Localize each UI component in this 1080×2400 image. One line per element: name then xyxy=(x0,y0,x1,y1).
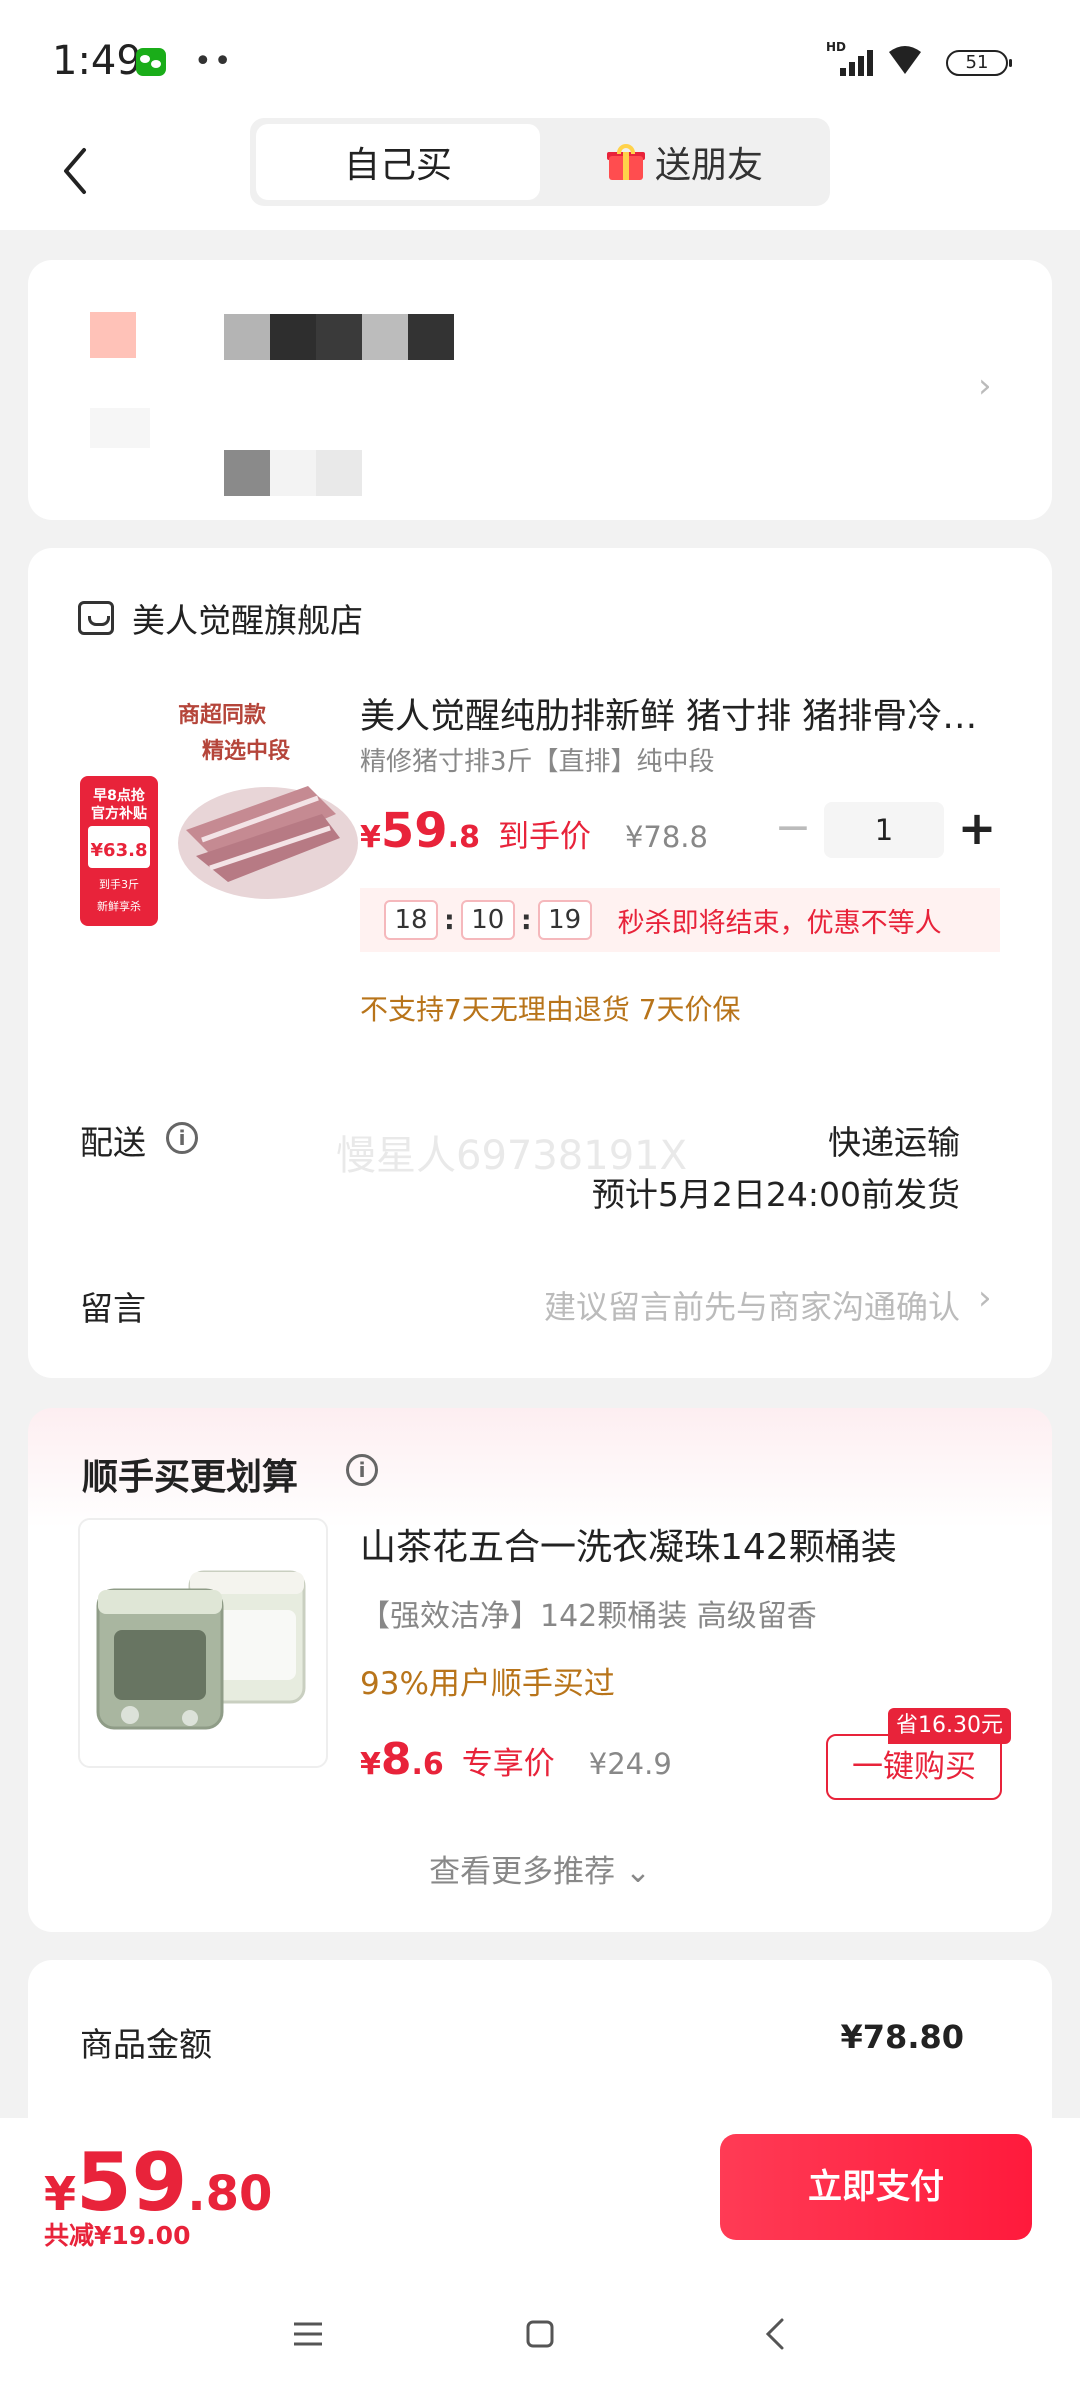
price-integer: 8 xyxy=(380,1734,412,1785)
chevron-right-icon: › xyxy=(978,1278,992,1318)
battery-icon: 51 xyxy=(946,50,1012,76)
countdown-hours: 18 xyxy=(384,900,438,940)
avatar xyxy=(90,312,136,358)
badge-title: 早8点抢 xyxy=(93,787,146,804)
tab-buy-for-self[interactable]: 自己买 xyxy=(256,124,540,200)
store-icon xyxy=(78,601,114,635)
total-decimal: .80 xyxy=(187,2166,273,2222)
redacted-text xyxy=(270,314,316,360)
decrease-quantity-button[interactable]: − xyxy=(768,802,818,858)
back-arrow-icon[interactable] xyxy=(58,146,98,196)
flash-sale-text: 秒杀即将结束，优惠不等人 xyxy=(617,907,942,939)
more-recommendations-label: 查看更多推荐 xyxy=(429,1854,616,1890)
original-price: ¥24.9 xyxy=(588,1747,672,1781)
quantity-value[interactable]: 1 xyxy=(824,802,944,858)
delivery-label: 配送 xyxy=(80,1123,146,1162)
message-label: 留言 xyxy=(80,1289,146,1328)
redacted-text xyxy=(224,314,270,360)
redacted-text xyxy=(90,408,150,448)
recommendation-image[interactable] xyxy=(78,1518,328,1768)
system-back-icon[interactable] xyxy=(756,2314,796,2354)
purchase-mode-tabs: 自己买 送朋友 xyxy=(250,118,830,206)
chevron-right-icon: › xyxy=(978,366,992,406)
badge-note-1: 到手3斤 xyxy=(99,877,139,891)
after-sale-policy[interactable]: 不支持7天无理由退货 7天价保 xyxy=(360,988,741,1028)
status-time: 1:49 xyxy=(52,38,142,84)
recommendation-spec: 【强效洁净】142颗桶装 高级留香 xyxy=(360,1599,817,1634)
top-nav: 自己买 送朋友 xyxy=(0,110,1080,230)
delivery-eta: 预计5月2日24:00前发货 xyxy=(591,1175,960,1214)
store-name: 美人觉醒旗舰店 xyxy=(132,601,363,640)
checkout-bar: ¥ 59 .80 共减¥19.00 立即支付 xyxy=(0,2118,1080,2400)
recommendation-buyers: 93%用户顺手买过 xyxy=(360,1666,615,1702)
store-header[interactable]: 美人觉醒旗舰店 xyxy=(78,596,363,640)
price-label: 到手价 xyxy=(497,819,591,855)
countdown-minutes: 10 xyxy=(460,900,515,940)
product-image[interactable]: 商超同款 精选中段 早8点抢 官方补贴 ¥63.8 到手3斤 新鲜享杀 xyxy=(78,688,358,938)
tab-label: 送朋友 xyxy=(654,145,763,186)
more-recommendations-button[interactable]: 查看更多推荐 ⌄ xyxy=(28,1846,1052,1891)
chevron-down-icon: ⌄ xyxy=(624,1854,651,1890)
delivery-method: 快递运输 xyxy=(828,1123,960,1162)
wifi-icon xyxy=(889,46,921,74)
quantity-stepper: − 1 + xyxy=(768,802,1008,858)
recommendation-name[interactable]: 山茶花五合一洗衣凝珠142颗桶装 xyxy=(360,1518,897,1570)
redacted-text xyxy=(316,314,362,360)
total-symbol: ¥ xyxy=(44,2167,77,2221)
tab-label: 自己买 xyxy=(343,145,452,186)
original-price: ¥78.8 xyxy=(624,820,708,854)
increase-quantity-button[interactable]: + xyxy=(952,802,1002,858)
detergent-jar-art xyxy=(96,1570,306,1730)
price-integer: 59 xyxy=(380,803,448,859)
redacted-text xyxy=(270,450,316,496)
order-card: 美人觉醒旗舰店 商超同款 精选中段 早8点抢 官方补贴 ¥63.8 到手3斤 新… xyxy=(28,548,1052,1378)
info-icon[interactable]: i xyxy=(346,1454,378,1486)
badge-price: ¥63.8 xyxy=(91,840,148,861)
total-discount[interactable]: 共减¥19.00 xyxy=(44,2216,190,2252)
signal-icon: HD xyxy=(826,40,873,76)
product-image-art: 商超同款 精选中段 早8点抢 官方补贴 ¥63.8 到手3斤 新鲜享杀 xyxy=(80,702,358,926)
status-bar: 1:49 •• HD 51 xyxy=(0,0,1080,120)
price-decimal: .6 xyxy=(411,1747,444,1782)
menu-icon[interactable] xyxy=(288,2314,328,2354)
recommendation-card: 顺手买更划算 i 山茶花五合一洗衣凝珠142颗桶装 【强效洁净】142颗桶装 高… xyxy=(28,1408,1052,1932)
product-tag-1: 商超同款 xyxy=(178,702,267,728)
redacted-text xyxy=(316,450,362,496)
tab-send-to-friend[interactable]: 送朋友 xyxy=(546,124,824,200)
pay-now-button[interactable]: 立即支付 xyxy=(720,2134,1032,2240)
product-title[interactable]: 美人觉醒纯肋排新鲜 猪寸排 猪排骨冷冻冷冻 xyxy=(360,688,1000,739)
goods-amount-label: 商品金额 xyxy=(80,2025,212,2064)
address-card[interactable]: › xyxy=(28,260,1052,520)
redacted-text xyxy=(408,314,454,360)
flash-sale-banner: 18 : 10 : 19 秒杀即将结束，优惠不等人 xyxy=(360,888,1000,952)
price-symbol: ¥ xyxy=(360,820,381,855)
badge-sub: 官方补贴 xyxy=(91,805,147,822)
countdown-seconds: 19 xyxy=(537,900,592,940)
price-decimal: .8 xyxy=(447,820,480,855)
save-badge: 省16.30元 xyxy=(888,1708,1011,1744)
recommendation-title: 顺手买更划算 xyxy=(82,1457,299,1498)
product-tag-2: 精选中段 xyxy=(202,738,290,764)
message-input[interactable]: 建议留言前先与商家沟通确认 xyxy=(544,1282,960,1328)
goods-amount-value: ¥78.80 xyxy=(840,2018,964,2056)
product-spec[interactable]: 精修猪寸排3斤【直排】纯中段 xyxy=(360,741,715,778)
redacted-text xyxy=(224,450,270,496)
redacted-text xyxy=(362,314,408,360)
info-icon[interactable]: i xyxy=(166,1122,198,1154)
product-price: ¥ 59 .8 到手价 ¥78.8 xyxy=(360,803,708,863)
more-dots-icon: •• xyxy=(194,44,234,79)
badge-note-2: 新鲜享杀 xyxy=(97,899,141,913)
recommendation-price: ¥ 8 .6 专享价 ¥24.9 xyxy=(360,1734,672,1785)
home-icon[interactable] xyxy=(520,2314,560,2354)
network-label: HD xyxy=(826,40,847,54)
gift-icon xyxy=(606,144,645,180)
wechat-icon xyxy=(136,48,166,76)
price-label: 专享价 xyxy=(461,1746,555,1782)
price-symbol: ¥ xyxy=(360,1747,381,1782)
